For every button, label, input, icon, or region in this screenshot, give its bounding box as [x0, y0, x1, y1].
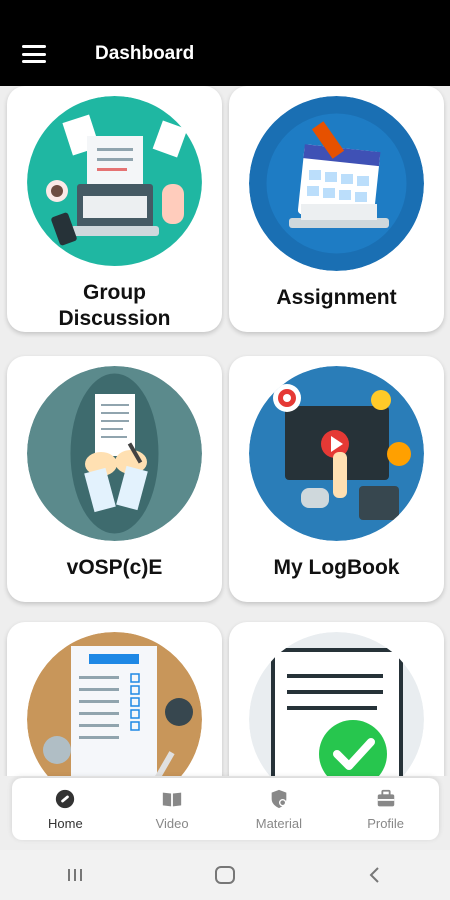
- test-sheet-illustration: [27, 632, 202, 776]
- document-check-illustration: [249, 632, 424, 776]
- tile-label: vOSP(c)E: [67, 555, 163, 581]
- tile-label: Assignment: [276, 285, 396, 311]
- recent-apps-icon[interactable]: [55, 860, 95, 890]
- tile-label-text: Group Discussion: [58, 281, 171, 330]
- tile-label: My LogBook: [274, 555, 400, 581]
- writing-paper-illustration: [27, 366, 202, 541]
- app-bar: Dashboard: [0, 22, 450, 86]
- tile-label: Group Discussion: [58, 280, 170, 332]
- nav-home[interactable]: Home: [12, 778, 119, 840]
- hamburger-menu-icon[interactable]: [22, 45, 46, 63]
- calendar-laptop-illustration: [249, 96, 424, 271]
- briefcase-icon: [377, 789, 394, 806]
- system-navigation-bar: [0, 850, 450, 900]
- dashboard-grid: Group Discussion Assignment vOSP(c)E My …: [0, 86, 450, 776]
- nav-profile-label: Profile: [367, 815, 405, 831]
- nav-video[interactable]: Video: [119, 778, 226, 840]
- back-icon[interactable]: [355, 860, 395, 890]
- nav-material-label: Material: [255, 815, 302, 831]
- nav-material[interactable]: Material: [226, 778, 333, 840]
- tile-document-check[interactable]: [229, 622, 444, 776]
- tile-test[interactable]: [7, 622, 222, 776]
- book-icon: [162, 792, 182, 806]
- tile-group-discussion[interactable]: Group Discussion: [7, 86, 222, 332]
- tile-label-text: Assignment: [276, 286, 397, 309]
- tile-vospce[interactable]: vOSP(c)E: [7, 356, 222, 602]
- tile-label-text: My LogBook: [273, 556, 400, 579]
- video-presentation-illustration: [249, 366, 424, 541]
- nav-home-label: Home: [48, 815, 83, 831]
- home-button-icon[interactable]: [205, 860, 245, 890]
- tile-my-logbook[interactable]: My LogBook: [229, 356, 444, 602]
- wrench-icon: [56, 789, 75, 808]
- tile-assignment[interactable]: Assignment: [229, 86, 444, 332]
- status-bar: [0, 0, 450, 22]
- bottom-navigation: Home Video Material Profile: [12, 778, 439, 840]
- shield-icon: [271, 789, 287, 808]
- page-title: Dashboard: [95, 43, 195, 64]
- nav-video-label: Video: [155, 815, 189, 831]
- nav-profile[interactable]: Profile: [332, 778, 439, 840]
- laptop-desk-illustration: [27, 96, 202, 266]
- tile-label-text: vOSP(c)E: [66, 556, 163, 579]
